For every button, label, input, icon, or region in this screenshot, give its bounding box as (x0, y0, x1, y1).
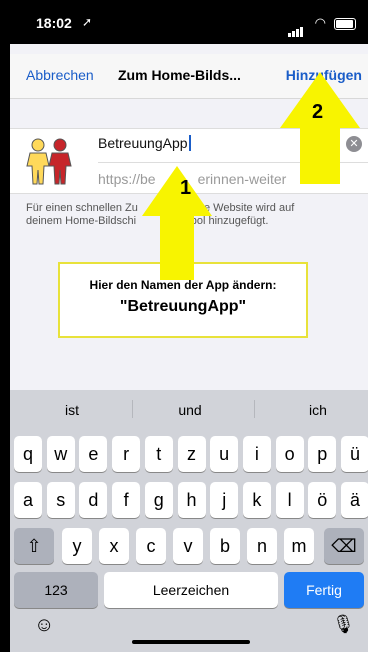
key-s[interactable]: s (46, 482, 75, 518)
key-v[interactable]: v (173, 528, 203, 564)
key-f[interactable]: f (112, 482, 141, 518)
key-d[interactable]: d (79, 482, 108, 518)
suggestion-1[interactable]: ist (32, 402, 112, 418)
key-y[interactable]: y (62, 528, 92, 564)
cancel-button[interactable]: Abbrechen (26, 67, 94, 83)
suggestion-divider (132, 400, 133, 418)
key-p[interactable]: p (308, 436, 337, 472)
microphone-icon[interactable]: 🎙 (332, 614, 355, 635)
app-icon (22, 136, 76, 186)
key-g[interactable]: g (144, 482, 173, 518)
arrow-number-1: 1 (180, 177, 192, 199)
battery-icon (334, 18, 356, 30)
text-cursor (188, 135, 191, 151)
signal-icon (288, 19, 304, 37)
arrow-annotation-1 (142, 166, 212, 280)
screen: 18:02 ➚ ◠ Abbrechen Zum Home-Bilds... Hi… (10, 0, 368, 652)
arrow-annotation-2 (280, 72, 360, 184)
key-j[interactable]: j (210, 482, 239, 518)
callout-line-2: "BetreuungApp" (119, 298, 247, 315)
key-ä[interactable]: ä (341, 482, 368, 518)
key-h[interactable]: h (177, 482, 206, 518)
app-name-value: BetreuungApp (98, 135, 188, 151)
suggestion-3[interactable]: ich (278, 402, 358, 418)
key-q[interactable]: q (14, 436, 42, 472)
suggestion-bar: ist und ich (10, 390, 368, 428)
key-x[interactable]: x (99, 528, 129, 564)
key-l[interactable]: l (275, 482, 304, 518)
description-part-1: Für einen schnellen Zu (26, 202, 138, 214)
delete-key[interactable]: ⌫ (324, 528, 364, 564)
key-b[interactable]: b (210, 528, 240, 564)
key-e[interactable]: e (79, 436, 108, 472)
status-time: 18:02 (36, 15, 72, 31)
key-n[interactable]: n (247, 528, 277, 564)
description-part-3: deinem Home-Bildschi (26, 215, 137, 227)
numbers-key[interactable]: 123 (14, 572, 98, 608)
key-i[interactable]: i (242, 436, 271, 472)
suggestion-divider (254, 400, 255, 418)
wifi-icon: ◠ (314, 15, 326, 30)
done-key[interactable]: Fertig (284, 572, 364, 608)
location-arrow-icon: ➚ (82, 15, 93, 29)
key-u[interactable]: u (210, 436, 239, 472)
key-ö[interactable]: ö (308, 482, 337, 518)
status-bar: 18:02 ➚ ◠ (10, 0, 368, 44)
keyboard: ist und ich qwertzuiopü asdfghjklöä ⇧ yx… (10, 390, 368, 652)
key-c[interactable]: c (136, 528, 166, 564)
key-w[interactable]: w (46, 436, 75, 472)
arrow-number-2: 2 (312, 101, 324, 123)
app-name-input[interactable]: BetreuungApp (98, 135, 191, 151)
suggestion-2[interactable]: und (150, 402, 230, 418)
key-ü[interactable]: ü (341, 436, 368, 472)
key-o[interactable]: o (275, 436, 304, 472)
sheet-title: Zum Home-Bilds... (118, 67, 241, 83)
key-z[interactable]: z (177, 436, 206, 472)
key-a[interactable]: a (14, 482, 42, 518)
key-m[interactable]: m (284, 528, 314, 564)
emoji-icon[interactable]: ☺ (34, 614, 54, 637)
space-key[interactable]: Leerzeichen (104, 572, 278, 608)
home-indicator (132, 640, 250, 644)
key-k[interactable]: k (242, 482, 271, 518)
shift-key[interactable]: ⇧ (14, 528, 54, 564)
key-t[interactable]: t (144, 436, 173, 472)
key-r[interactable]: r (112, 436, 141, 472)
